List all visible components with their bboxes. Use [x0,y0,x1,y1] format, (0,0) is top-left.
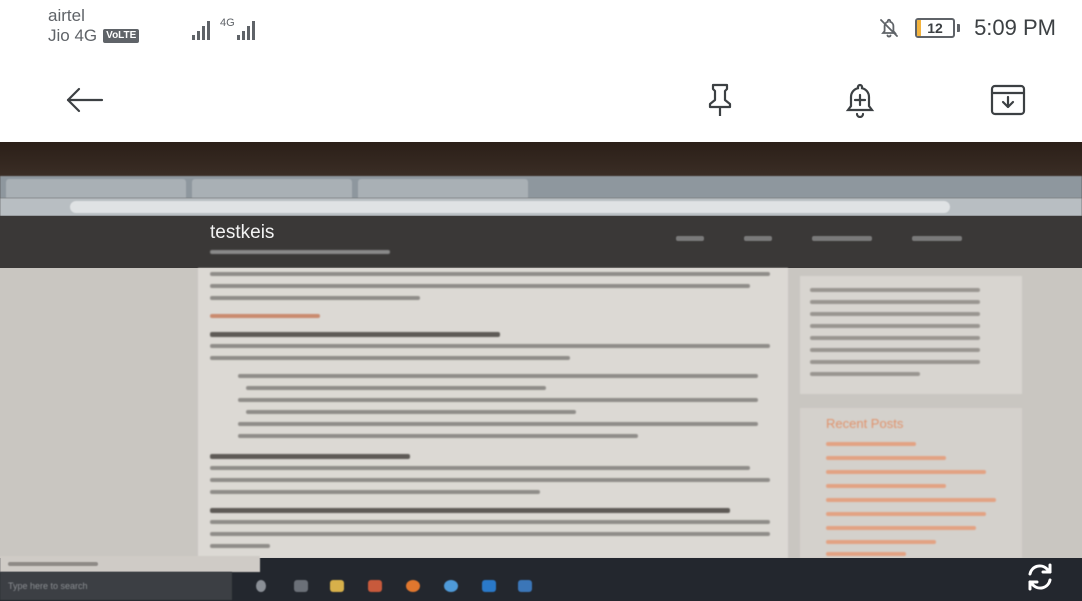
blurred-text-line [810,312,980,316]
blurred-text-line [826,484,946,488]
blurred-text-line [826,540,936,544]
carrier-name-secondary: Jio 4G [48,26,98,45]
blurred-text-line [826,498,996,502]
clock: 5:09 PM [974,15,1056,40]
arrow-left-icon [66,87,104,113]
sidebar-recent-posts: Recent Posts [800,408,1022,558]
signal-indicators: 4G [192,17,255,40]
blurred-text-line [246,410,576,414]
carrier-name-primary: airtel [48,6,85,25]
note-photo[interactable]: testkeis Recent Posts Type here to searc… [0,142,1082,601]
rotate-icon [1028,563,1052,591]
sidebar-about [800,276,1022,394]
blurred-text-line [826,442,916,446]
status-bar: airtel Jio 4G VoLTE 4G 12 5:09 PM [0,0,1082,60]
note-image-viewer: airtel Jio 4G VoLTE 4G 12 5:09 PM testke… [0,0,1082,601]
archive-button[interactable] [986,78,1030,122]
blurred-text-line [238,422,758,426]
blurred-text-line [210,272,770,276]
blurred-text-line [210,356,570,360]
pin-button[interactable] [698,78,742,122]
blurred-text-line [210,466,750,470]
blog-body: Recent Posts [0,268,1082,558]
blog-tagline [210,248,390,254]
recent-posts-heading: Recent Posts [826,416,904,431]
blurred-text-line [210,478,770,482]
battery-percent: 12 [927,20,943,36]
taskbar-search: Type here to search [0,572,232,600]
pin-icon [708,83,732,116]
reminder-button[interactable] [838,78,882,122]
blog-header: testkeis [0,216,1082,268]
taskbar-search-text: Type here to search [8,581,88,591]
signal-strength-icon [192,20,210,40]
volte-badge: VoLTE [103,29,140,43]
carrier-info: airtel Jio 4G VoLTE [48,6,140,46]
browser-address-bar [0,198,1082,216]
blurred-text-line [238,398,758,402]
blurred-text-line [210,332,500,337]
blurred-text-line [210,490,540,494]
blurred-text-line [238,374,758,378]
blurred-text-line [210,284,750,288]
app-toolbar [0,60,1082,142]
blurred-text-line [810,348,980,352]
archive-icon [990,84,1026,116]
battery-indicator: 12 [915,18,961,38]
blurred-text-line [210,296,420,300]
photo-bezel [0,142,1082,178]
blurred-text-line [238,434,638,438]
blog-title: testkeis [210,222,275,243]
blurred-text-line [810,360,980,364]
windows-taskbar: Type here to search [0,556,1082,601]
blurred-text-line [210,508,730,513]
battery-fill [917,20,922,36]
blurred-text-line [210,532,770,536]
blurred-text-line [826,526,976,530]
blurred-text-line [810,324,980,328]
rotate-button[interactable] [1020,557,1060,597]
blurred-text-line [826,552,906,556]
back-button[interactable] [62,78,106,122]
blurred-text-line [810,300,980,304]
blurred-text-line [210,544,270,548]
blurred-text-line [826,456,946,460]
signal-4g-icon: 4G [220,17,255,40]
blurred-text-line [210,520,770,524]
blog-nav [676,236,962,241]
status-right-group: 12 5:09 PM [877,15,1056,41]
blurred-text-line [826,470,986,474]
blurred-text-line [826,512,986,516]
blog-article [198,268,788,558]
blurred-text-line [210,344,770,348]
blurred-text-line [810,336,980,340]
blurred-text-line [810,372,920,376]
browser-tabs [0,176,1082,198]
network-type-label: 4G [220,17,235,29]
blurred-text-line [246,386,546,390]
bell-off-icon [877,16,901,40]
blurred-text-line [210,314,320,318]
download-bar [0,556,260,572]
blurred-text-line [210,454,410,459]
bell-plus-icon [845,83,875,118]
blurred-text-line [810,288,980,292]
